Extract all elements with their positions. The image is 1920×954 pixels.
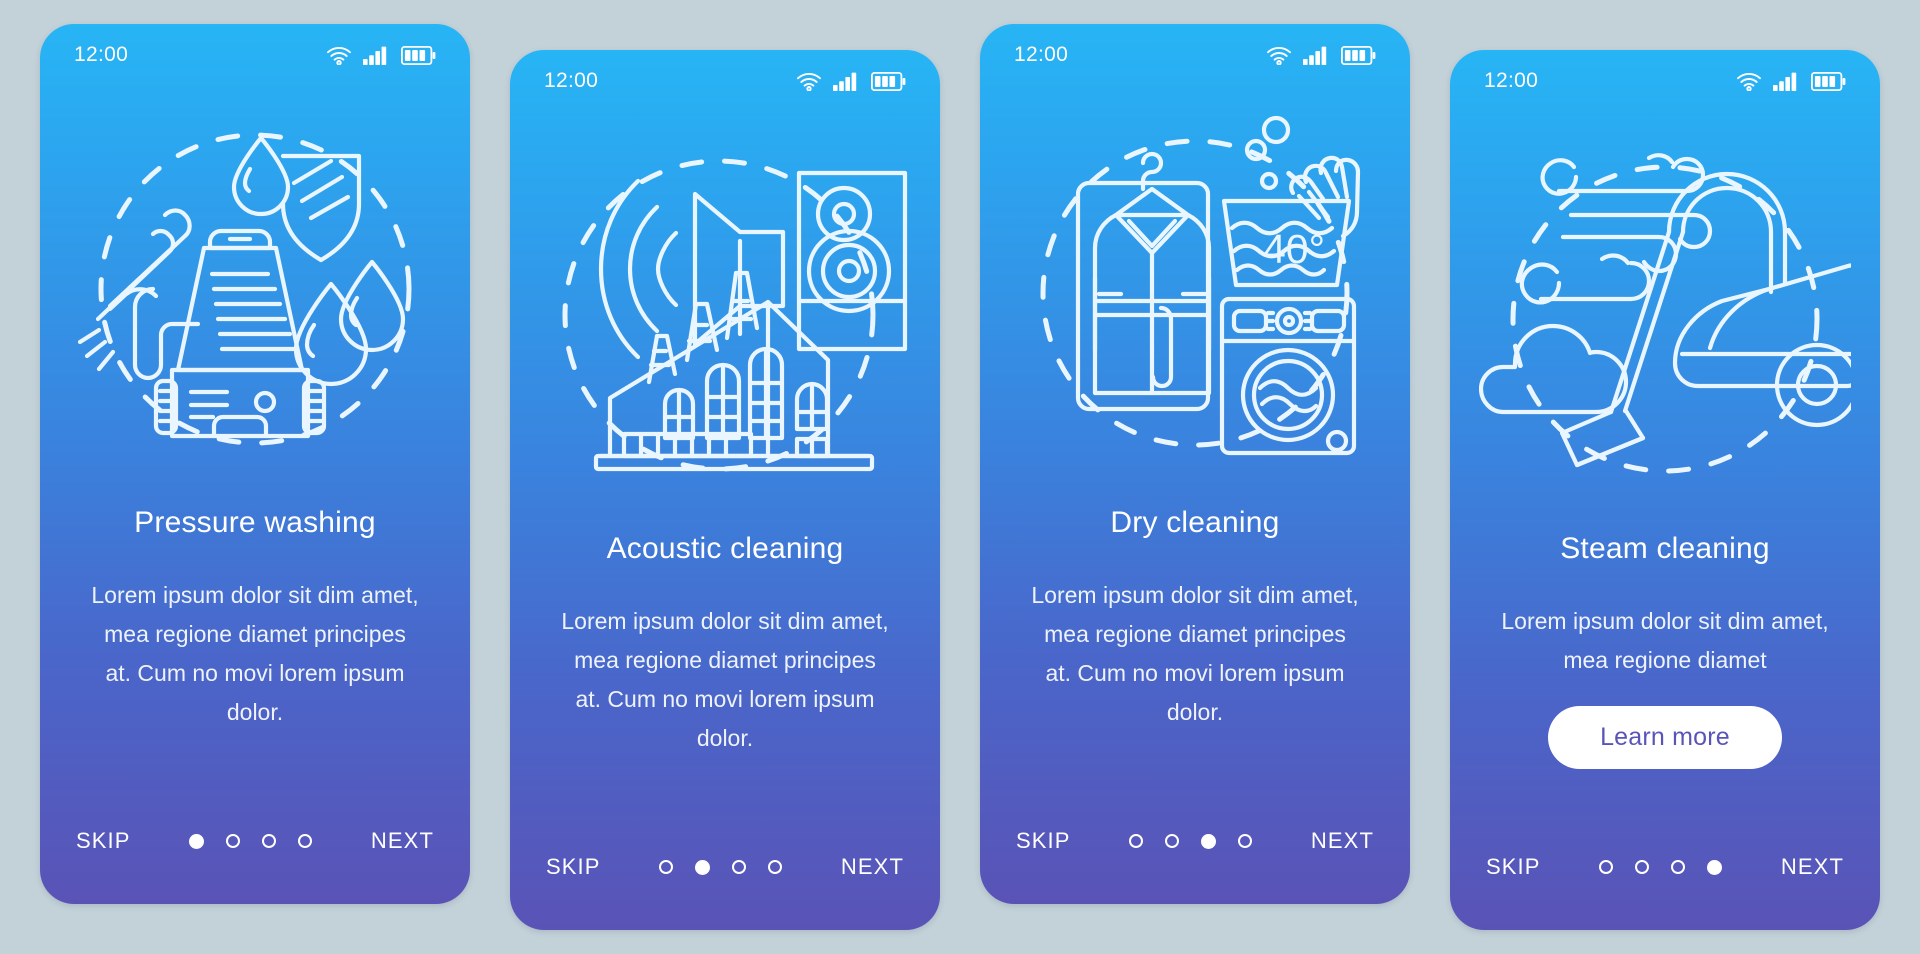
status-icons — [1736, 71, 1846, 91]
next-button[interactable]: NEXT — [1311, 828, 1374, 854]
page-title: Acoustic cleaning — [606, 532, 844, 565]
next-button[interactable]: NEXT — [371, 828, 434, 854]
page-title: Pressure washing — [134, 506, 376, 539]
body-text: Lorem ipsum dolor sit dim amet, mea regi… — [91, 582, 419, 725]
battery-icon — [871, 71, 906, 91]
body-text: Lorem ipsum dolor sit dim amet, mea regi… — [1031, 582, 1359, 725]
page-dot-1[interactable] — [189, 833, 205, 849]
status-bar: 12:00 — [40, 24, 470, 86]
text-block: Acoustic cleaning Lorem ipsum dolor sit … — [510, 512, 940, 804]
text-block: Pressure washing Lorem ipsum dolor sit d… — [40, 486, 470, 778]
bottom-navigation: SKIP NEXT — [980, 778, 1410, 904]
body-text: Lorem ipsum dolor sit dim amet, mea regi… — [1501, 608, 1829, 673]
wifi-icon — [1736, 72, 1762, 91]
page-title: Dry cleaning — [1110, 506, 1280, 539]
page-dot-4[interactable] — [1238, 834, 1253, 848]
dry-cleaning-illustration: 40° — [980, 86, 1410, 486]
garment-bag-coat-hanger — [1075, 151, 1212, 412]
page-dot-1[interactable] — [659, 860, 674, 874]
page-title: Steam cleaning — [1560, 532, 1770, 565]
page-dot-2[interactable] — [695, 859, 711, 875]
battery-icon — [1341, 45, 1376, 65]
skip-button[interactable]: SKIP — [546, 854, 601, 880]
page-indicator-dots — [1599, 859, 1723, 875]
vacuum-cleaner — [1559, 171, 1851, 468]
status-bar: 12:00 — [1450, 50, 1880, 112]
status-time: 12:00 — [1014, 43, 1069, 66]
pressure-washer-illustration — [40, 86, 470, 486]
wifi-icon — [1266, 46, 1292, 65]
page-dot-4[interactable] — [298, 834, 313, 848]
water-droplets — [293, 259, 406, 387]
svg-text:40°: 40° — [1263, 226, 1325, 272]
page-indicator-dots — [659, 859, 783, 875]
page-indicator-dots — [189, 833, 313, 849]
page-dot-4[interactable] — [768, 860, 783, 874]
status-bar: 12:00 — [980, 24, 1410, 86]
wifi-icon — [796, 72, 822, 91]
status-icons — [326, 45, 436, 65]
cellular-signal-icon — [363, 46, 390, 65]
onboarding-screens-container: 12:00 Pressure washing Lorem ipsum dolor… — [0, 0, 1920, 954]
cellular-signal-icon — [1773, 72, 1800, 91]
page-dot-2[interactable] — [226, 834, 241, 848]
learn-more-button[interactable]: Learn more — [1548, 706, 1782, 769]
page-dot-2[interactable] — [1635, 860, 1650, 874]
text-block: Dry cleaning Lorem ipsum dolor sit dim a… — [980, 486, 1410, 778]
loudspeaker-cabinet — [796, 170, 908, 352]
skip-button[interactable]: SKIP — [76, 828, 131, 854]
acoustic-cleaning-illustration — [510, 112, 940, 512]
skip-button[interactable]: SKIP — [1486, 854, 1541, 880]
hand-wash-basin: 40° — [1221, 115, 1361, 288]
text-block: Steam cleaning Lorem ipsum dolor sit dim… — [1450, 512, 1880, 804]
battery-icon — [1811, 71, 1846, 91]
next-button[interactable]: NEXT — [841, 854, 904, 880]
steam-cleaning-illustration — [1450, 112, 1880, 512]
cloud — [1479, 323, 1629, 415]
wifi-icon — [326, 46, 352, 65]
bottom-navigation: SKIP NEXT — [40, 778, 470, 904]
status-time: 12:00 — [74, 43, 129, 66]
skip-button[interactable]: SKIP — [1016, 828, 1071, 854]
status-time: 12:00 — [544, 69, 599, 92]
bottom-navigation: SKIP NEXT — [1450, 804, 1880, 930]
cellular-signal-icon — [833, 72, 860, 91]
phone-screen-acoustic-cleaning: 12:00 Acoustic cleaning Lorem ipsum dolo… — [510, 50, 940, 930]
phone-screen-pressure-washing: 12:00 Pressure washing Lorem ipsum dolor… — [40, 24, 470, 904]
status-time: 12:00 — [1484, 69, 1539, 92]
bottom-navigation: SKIP NEXT — [510, 804, 940, 930]
page-indicator-dots — [1129, 833, 1253, 849]
page-dot-3[interactable] — [262, 834, 277, 848]
cellular-signal-icon — [1303, 46, 1330, 65]
page-dot-1[interactable] — [1599, 860, 1614, 874]
page-dot-3[interactable] — [1671, 860, 1686, 874]
status-icons — [1266, 45, 1376, 65]
washing-machine — [1219, 296, 1357, 456]
page-dot-2[interactable] — [1165, 834, 1180, 848]
body-text: Lorem ipsum dolor sit dim amet, mea regi… — [561, 608, 889, 751]
battery-icon — [401, 45, 436, 65]
phone-screen-dry-cleaning: 12:00 40° Dry cleaning Lorem ipsum dolor… — [980, 24, 1410, 904]
status-icons — [796, 71, 906, 91]
page-dot-1[interactable] — [1129, 834, 1144, 848]
page-dot-3[interactable] — [1201, 833, 1217, 849]
page-dot-3[interactable] — [732, 860, 747, 874]
phone-screen-steam-cleaning: 12:00 Steam cleaning Lorem ipsum dolor s… — [1450, 50, 1880, 930]
status-bar: 12:00 — [510, 50, 940, 112]
page-dot-4[interactable] — [1707, 859, 1723, 875]
water-drop-shield — [231, 135, 362, 263]
next-button[interactable]: NEXT — [1781, 854, 1844, 880]
